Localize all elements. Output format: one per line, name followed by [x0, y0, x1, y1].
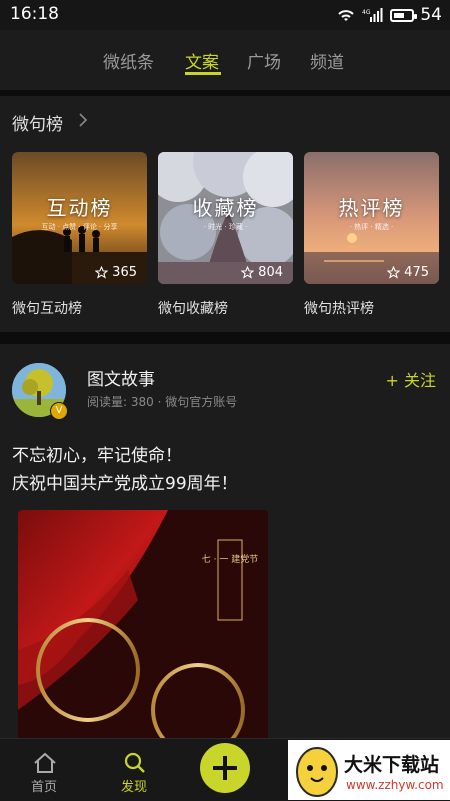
watermark-url: www.zzhyw.com — [346, 778, 444, 792]
watermark-logo-icon — [296, 747, 338, 797]
post-image[interactable]: 七 · 一 建党节 — [18, 510, 268, 745]
active-tab-indicator — [185, 72, 221, 75]
nav-home-label[interactable]: 首页 — [31, 776, 57, 795]
card-label[interactable]: 微句互动榜 — [12, 298, 82, 318]
battery-icon — [390, 8, 418, 22]
card-art-title: 互动榜 — [46, 196, 113, 220]
nav-discover-label[interactable]: 发现 — [121, 776, 147, 795]
card-star-count: 365 — [95, 265, 137, 280]
card-label[interactable]: 微句热评榜 — [304, 298, 374, 318]
post-text-line: 庆祝中国共产党成立99周年！ — [12, 474, 238, 494]
ranking-card-comments[interactable]: 热评榜 · 热评 · 精选 · 475 — [304, 152, 439, 284]
card-art-subtitle: · 时光 · 珍藏 · — [203, 223, 248, 231]
tab-weizhitiao[interactable]: 微纸条 — [103, 48, 154, 73]
post-text-line: 不忘初心，牢记使命！ — [12, 446, 182, 466]
tab-pindao[interactable]: 频道 — [310, 48, 344, 73]
star-icon — [95, 266, 109, 279]
card-count: 475 — [404, 265, 429, 280]
card-star-count: 475 — [387, 265, 429, 280]
battery-level: 54 — [420, 5, 442, 25]
post-image-art: 七 · 一 建党节 — [18, 510, 268, 745]
post-image-caption: 七 · 一 建党节 — [202, 553, 258, 565]
card-star-count: 804 — [241, 265, 283, 280]
section-title[interactable]: 微句榜 — [12, 110, 63, 135]
card-count: 804 — [258, 265, 283, 280]
search-icon[interactable] — [123, 751, 147, 775]
status-indicators: 4G 54 — [336, 4, 442, 26]
ranking-card-interaction[interactable]: 互动榜 互动 · 点赞 · 评论 · 分享 365 — [12, 152, 147, 284]
card-count: 365 — [112, 265, 137, 280]
verified-badge-icon: V — [50, 402, 68, 420]
signal-icon: 4G — [362, 8, 383, 22]
top-tab-bar — [0, 30, 450, 90]
status-time: 16:18 — [10, 4, 59, 24]
card-art-subtitle: · 热评 · 精选 · — [349, 223, 394, 231]
svg-text:4G: 4G — [362, 9, 371, 16]
chevron-right-icon[interactable] — [77, 113, 89, 127]
wifi-icon — [338, 10, 355, 21]
follow-button[interactable]: + 关注 — [386, 367, 437, 391]
add-post-button[interactable] — [200, 743, 250, 793]
post-meta: 阅读量: 380 · 微句官方账号 — [87, 395, 238, 409]
section-divider — [0, 332, 450, 344]
author-name[interactable]: 图文故事 — [87, 365, 155, 390]
tab-guangchang[interactable]: 广场 — [247, 48, 281, 73]
card-art-title: 收藏榜 — [192, 196, 259, 220]
card-art-title: 热评榜 — [338, 196, 405, 220]
section-divider — [0, 90, 450, 96]
tab-wenan[interactable]: 文案 — [185, 48, 219, 73]
star-icon — [241, 266, 255, 279]
watermark-title: 大米下载站 — [344, 754, 440, 776]
ranking-card-collection[interactable]: 收藏榜 · 时光 · 珍藏 · 804 — [158, 152, 293, 284]
star-icon — [387, 266, 401, 279]
home-icon[interactable] — [33, 752, 57, 774]
card-art-subtitle: 互动 · 点赞 · 评论 · 分享 — [41, 223, 118, 231]
card-label[interactable]: 微句收藏榜 — [158, 298, 228, 318]
